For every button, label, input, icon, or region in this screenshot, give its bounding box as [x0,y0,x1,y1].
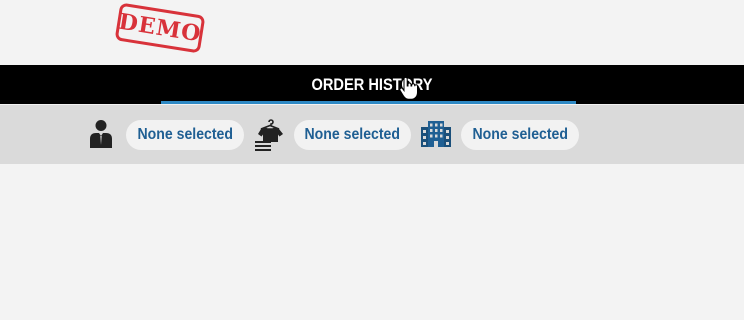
user-filter-select[interactable]: None selected [126,120,244,150]
demo-stamp: DEMO [114,2,206,54]
building-filter-select[interactable]: None selected [461,120,579,150]
user-icon [90,120,112,148]
hand-cursor-icon [399,77,418,100]
active-tab-underline [161,101,576,104]
clothing-filter-select[interactable]: None selected [294,120,411,150]
clothing-icon [255,119,283,151]
page-title: ORDER HISTORY [311,75,433,94]
building-icon [421,121,451,147]
filter-bar: None selected None selected None selecte… [0,105,744,164]
demo-stamp-text: DEMO [116,8,204,48]
header-bar: ORDER HISTORY [0,65,744,104]
